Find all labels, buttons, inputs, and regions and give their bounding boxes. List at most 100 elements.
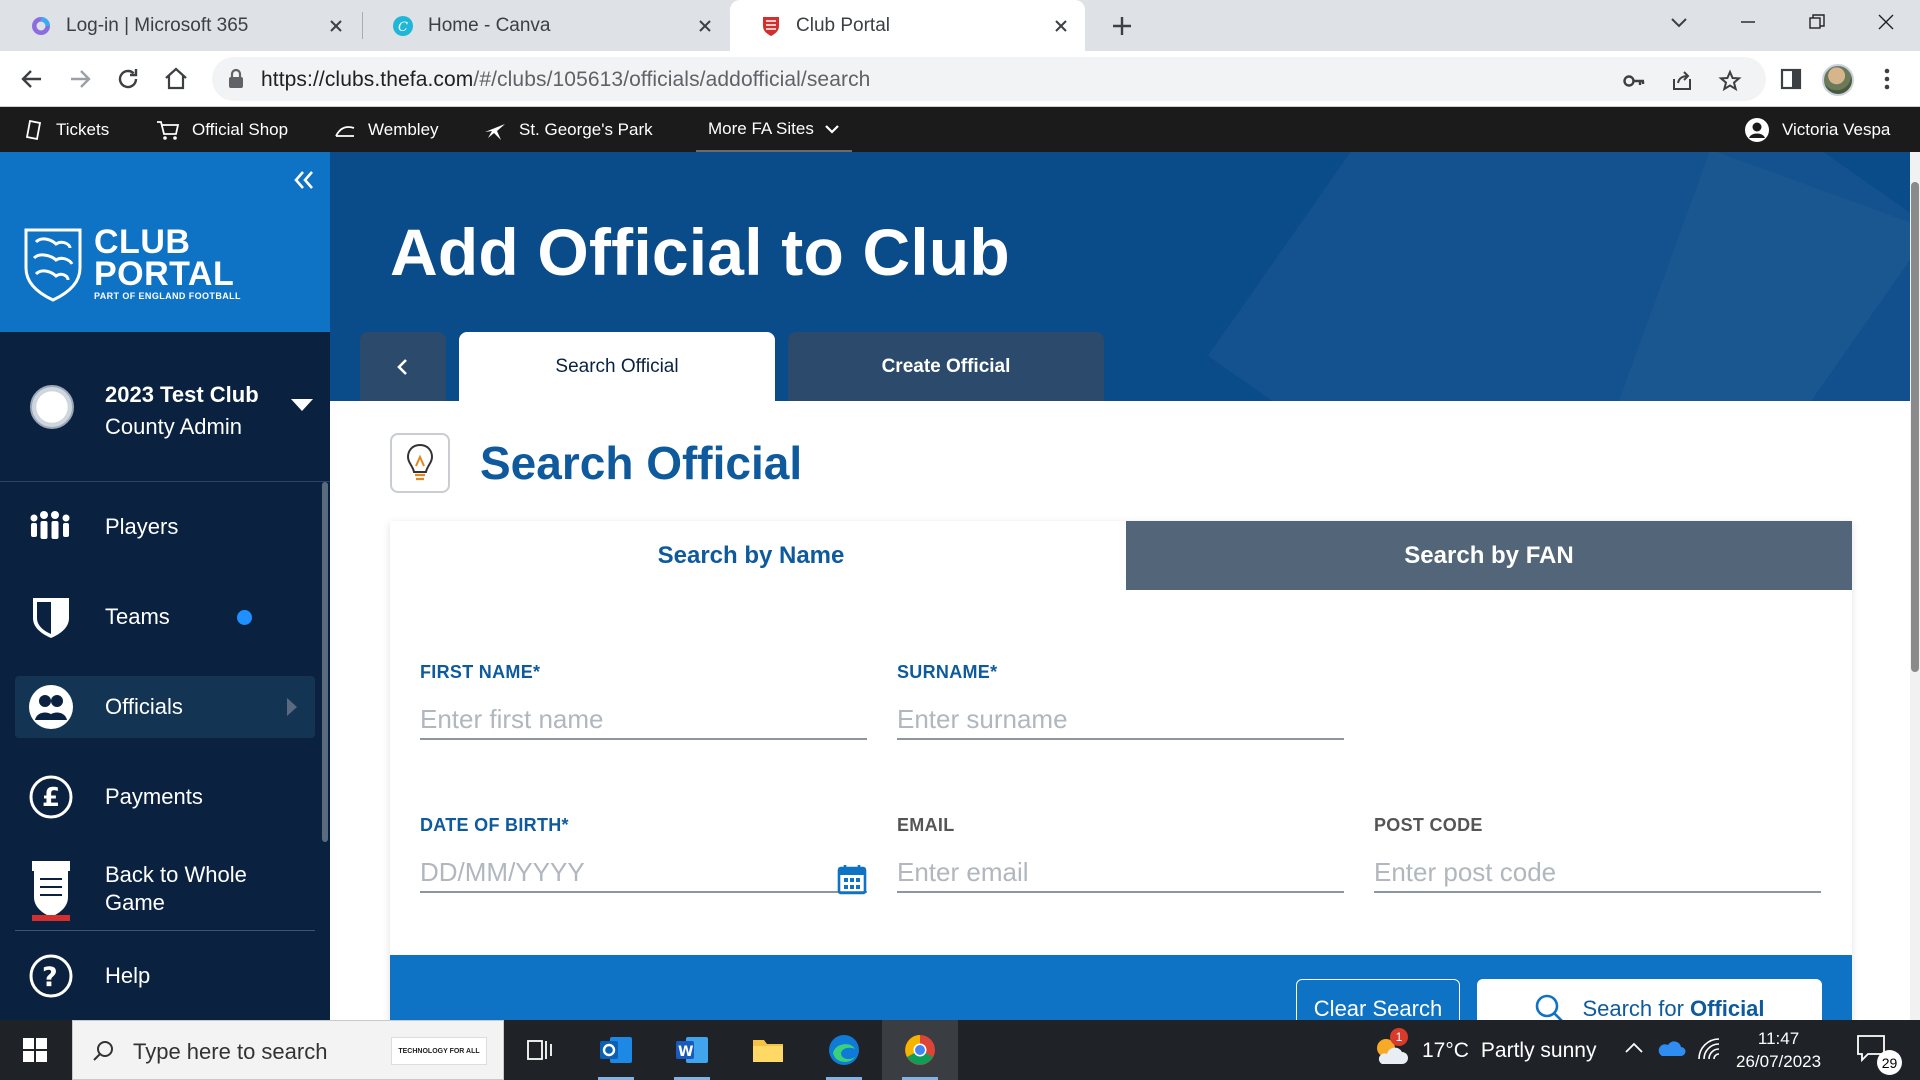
side-panel-icon[interactable] [1777,65,1805,93]
sidebar-item-payments[interactable]: £ Payments [15,766,315,828]
browser-tab-microsoft365[interactable]: Log-in | Microsoft 365 [0,0,360,51]
back-arrow-icon[interactable] [18,65,46,93]
tab-search-chevron-icon[interactable] [1667,10,1691,34]
tab-search-official[interactable]: Search Official [459,332,775,401]
sidebar-item-help[interactable]: ? Help [15,945,315,1007]
sidebar-item-officials[interactable]: Officials [15,676,315,738]
collapse-sidebar-icon[interactable] [290,166,318,194]
search-button-label: Search for [1582,996,1684,1020]
chevron-down-icon [824,123,840,135]
reload-icon[interactable] [114,65,142,93]
show-hidden-icons-chevron-icon[interactable] [1623,1038,1645,1058]
close-window-icon[interactable] [1851,0,1920,44]
share-icon[interactable] [1670,69,1694,93]
date-of-birth-input[interactable] [420,853,867,893]
clear-search-button[interactable]: Clear Search [1296,979,1460,1020]
taskbar-edge[interactable] [806,1020,882,1080]
tab-search-by-name[interactable]: Search by Name [390,521,1112,590]
sidebar-scrollbar[interactable] [322,482,328,842]
sidebar-item-teams[interactable]: Teams [15,586,315,648]
taskbar-word[interactable]: W [654,1020,730,1080]
address-bar[interactable]: https://clubs.thefa.com/#/clubs/105613/o… [212,57,1766,101]
notification-count-badge: 29 [1877,1050,1902,1075]
shield-icon [28,594,74,640]
sidebar-item-label: Back to Whole Game [105,862,247,915]
search-for-official-button[interactable]: Search for Official [1477,979,1822,1020]
date-of-birth-field: DATE OF BIRTH* [420,815,867,895]
tab-create-official[interactable]: Create Official [788,332,1104,401]
taskbar-chrome[interactable] [882,1020,958,1080]
word-icon: W [674,1033,710,1067]
close-tab-icon[interactable] [695,16,715,36]
weather-alert-badge: 1 [1390,1028,1408,1046]
official-shop-link[interactable]: Official Shop [156,107,288,152]
email-field: EMAIL [897,815,1344,893]
calendar-icon[interactable] [837,863,867,895]
tab-search-by-fan[interactable]: Search by FAN [1126,521,1852,590]
search-icon [91,1039,115,1063]
email-input[interactable] [897,853,1344,893]
search-button-label-strong: Official [1689,996,1765,1020]
notification-dot [237,610,252,625]
browser-tab-club-portal[interactable]: Club Portal [730,0,1085,51]
club-role: County Admin [105,414,242,439]
profile-avatar[interactable] [1822,64,1854,96]
taskbar-file-explorer[interactable] [730,1020,806,1080]
surname-field: SURNAME* [897,662,1344,740]
search-highlight-badge[interactable]: TECHNOLOGY FOR ALL [391,1037,487,1065]
start-button[interactable] [0,1020,70,1080]
taskbar-search[interactable]: Type here to search TECHNOLOGY FOR ALL [72,1020,504,1080]
weather-widget[interactable]: 1 17°C Partly sunny [1372,1028,1596,1068]
scrollbar-thumb[interactable] [1911,182,1919,672]
club-selector[interactable]: 2023 Test Club County Admin [0,332,330,482]
first-name-input[interactable] [420,700,867,740]
pound-icon: £ [28,774,74,820]
close-tab-icon[interactable] [326,16,346,36]
wifi-icon[interactable] [1697,1037,1723,1061]
user-account-link[interactable]: Victoria Vespa [1744,107,1890,152]
task-view-button[interactable] [502,1020,578,1080]
ticket-icon [24,119,44,141]
home-icon[interactable] [162,65,190,93]
post-code-input[interactable] [1374,853,1821,893]
bookmark-star-icon[interactable] [1718,69,1742,93]
close-tab-icon[interactable] [1051,16,1071,36]
back-button[interactable] [360,332,446,401]
sidebar: CLUB PORTAL PART OF ENGLAND FOOTBALL 202… [0,152,330,1020]
svg-text:W: W [678,1044,693,1060]
system-clock[interactable]: 11:47 26/07/2023 [1736,1027,1821,1073]
url-text: https://clubs.thefa.com/#/clubs/105613/o… [261,68,870,92]
wembley-arch-icon [334,122,356,138]
window-controls [1713,0,1920,44]
main-scrollbar[interactable] [1910,152,1920,1020]
sidebar-item-players[interactable]: Players [15,496,315,558]
surname-input[interactable] [897,700,1344,740]
more-fa-sites-dropdown[interactable]: More FA Sites [696,107,852,152]
taskbar-outlook[interactable] [578,1020,654,1080]
sidebar-item-back-to-whole-game[interactable]: Back to Whole Game [15,854,315,924]
onedrive-cloud-icon[interactable] [1656,1038,1686,1058]
kebab-menu-icon[interactable] [1873,65,1901,93]
svg-text:?: ? [42,962,58,993]
three-lions-crest-icon [22,226,84,302]
svg-text:C: C [398,20,408,35]
sidebar-item-label: Payments [105,784,203,809]
new-tab-icon[interactable] [1110,14,1134,38]
chevron-left-icon [395,357,411,377]
minimize-icon[interactable] [1713,0,1782,44]
lock-icon[interactable] [226,68,246,90]
forward-arrow-icon[interactable] [66,65,94,93]
windows-logo-icon [22,1037,48,1063]
edge-icon [827,1033,861,1067]
restore-icon[interactable] [1782,0,1851,44]
st-georges-park-link[interactable]: St. George's Park [483,107,653,152]
help-icon: ? [28,953,74,999]
sidebar-item-label: Officials [105,694,183,719]
wembley-link[interactable]: Wembley [334,107,439,152]
post-code-field: POST CODE [1374,815,1821,893]
browser-tab-canva[interactable]: C Home - Canva [362,0,729,51]
key-icon[interactable] [1622,69,1646,93]
tickets-link[interactable]: Tickets [24,107,109,152]
sidebar-divider [15,930,315,931]
fa-for-all-crest-icon [28,859,74,921]
